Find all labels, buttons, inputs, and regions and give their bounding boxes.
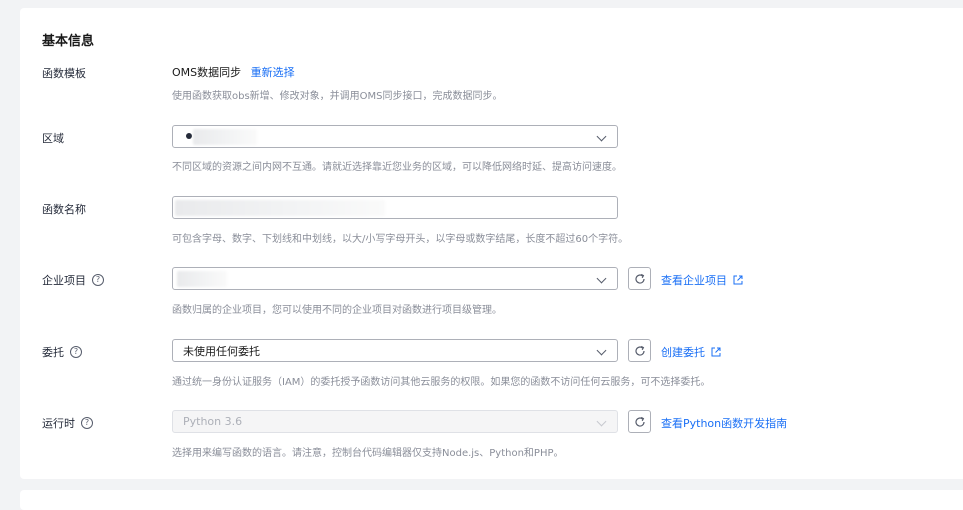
external-link-icon xyxy=(711,347,721,357)
create-agency-link[interactable]: 创建委托 xyxy=(661,344,721,360)
function-name-value-redacted xyxy=(175,200,385,216)
region-select[interactable] xyxy=(172,125,618,148)
enterprise-project-value-redacted xyxy=(177,271,227,287)
enterprise-project-select[interactable] xyxy=(172,267,618,290)
agency-value: 未使用任何委托 xyxy=(183,344,260,358)
view-enterprise-project-link[interactable]: 查看企业项目 xyxy=(661,272,743,288)
template-hint: 使用函数获取obs新增、修改对象，并调用OMS同步接口，完成数据同步。 xyxy=(172,91,503,102)
help-circle-icon[interactable]: ? xyxy=(81,417,93,429)
function-name-label: 函数名称 xyxy=(42,203,86,216)
refresh-enterprise-project-button[interactable] xyxy=(628,267,651,290)
refresh-icon xyxy=(634,345,645,356)
chevron-down-icon xyxy=(596,131,607,142)
refresh-icon xyxy=(634,273,645,284)
function-name-input[interactable] xyxy=(172,196,618,219)
runtime-value: Python 3.6 xyxy=(183,415,243,428)
chevron-down-icon xyxy=(596,345,607,356)
agency-label: 委托 ? xyxy=(42,344,82,360)
template-value-row: OMS数据同步 重新选择 xyxy=(172,64,295,80)
enterprise-project-hint: 函数归属的企业项目，您可以使用不同的企业项目对函数进行项目级管理。 xyxy=(172,305,502,316)
chevron-down-icon xyxy=(596,273,607,284)
reselect-template-link[interactable]: 重新选择 xyxy=(251,66,295,79)
refresh-runtime-button[interactable] xyxy=(628,410,651,433)
agency-select[interactable]: 未使用任何委托 xyxy=(172,339,618,362)
external-link-icon xyxy=(733,275,743,285)
runtime-label: 运行时 ? xyxy=(42,415,93,431)
region-flag-icon xyxy=(186,133,192,139)
template-label: 函数模板 xyxy=(42,67,86,80)
agency-hint: 通过统一身份认证服务（IAM）的委托授予函数访问其他云服务的权限。如果您的函数不… xyxy=(172,377,711,388)
next-card xyxy=(20,490,963,510)
region-value-redacted xyxy=(193,129,257,145)
help-circle-icon[interactable]: ? xyxy=(70,346,82,358)
refresh-agency-button[interactable] xyxy=(628,339,651,362)
help-circle-icon[interactable]: ? xyxy=(92,274,104,286)
region-hint: 不同区域的资源之间内网不互通。请就近选择靠近您业务的区域，可以降低网络时延、提高… xyxy=(172,162,622,173)
runtime-hint: 选择用来编写函数的语言。请注意，控制台代码编辑器仅支持Node.js、Pytho… xyxy=(172,448,564,459)
section-title: 基本信息 xyxy=(42,34,95,49)
enterprise-project-label: 企业项目 ? xyxy=(42,272,104,288)
function-name-hint: 可包含字母、数字、下划线和中划线，以大/小写字母开头，以字母或数字结尾，长度不超… xyxy=(172,234,629,245)
region-label: 区域 xyxy=(42,132,64,145)
template-value: OMS数据同步 xyxy=(172,66,242,79)
refresh-icon xyxy=(634,416,645,427)
basic-info-card: 基本信息 函数模板 OMS数据同步 重新选择 使用函数获取obs新增、修改对象，… xyxy=(20,8,963,479)
chevron-down-icon xyxy=(596,416,607,427)
runtime-select: Python 3.6 xyxy=(172,410,618,433)
python-dev-guide-link[interactable]: 查看Python函数开发指南 xyxy=(661,415,787,431)
